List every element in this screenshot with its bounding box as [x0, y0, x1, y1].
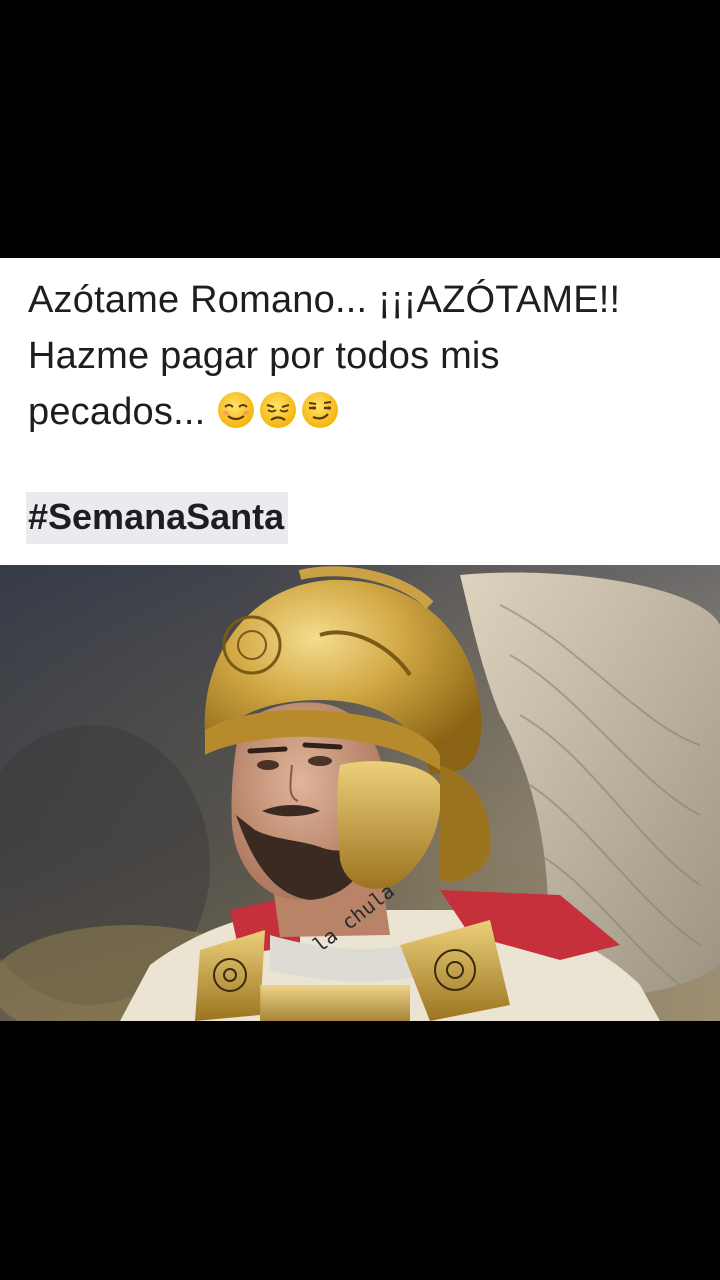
smirking-face-icon	[302, 392, 339, 428]
post-text-line-3-text: pecados...	[28, 391, 206, 433]
meme-screen: Azótame Romano... ¡¡¡AZÓTAME!! Hazme pag…	[0, 0, 720, 1280]
post-text-line-3: pecados...	[28, 384, 692, 440]
post-text-line-2: Hazme pagar por todos mis	[28, 335, 500, 377]
relieved-face-icon	[218, 392, 255, 428]
post-text: Azótame Romano... ¡¡¡AZÓTAME!! Hazme pag…	[28, 272, 692, 440]
post-text-line-1: Azótame Romano... ¡¡¡AZÓTAME!!	[28, 279, 621, 321]
bottom-black-band	[0, 1021, 720, 1280]
top-black-band	[0, 0, 720, 258]
disappointed-face-icon	[260, 392, 297, 428]
soldier-photo: la chula	[0, 565, 720, 1021]
hashtag[interactable]: #SemanaSanta	[26, 492, 289, 544]
post-card: Azótame Romano... ¡¡¡AZÓTAME!! Hazme pag…	[0, 258, 720, 565]
soldier-illustration: la chula	[0, 565, 720, 1021]
